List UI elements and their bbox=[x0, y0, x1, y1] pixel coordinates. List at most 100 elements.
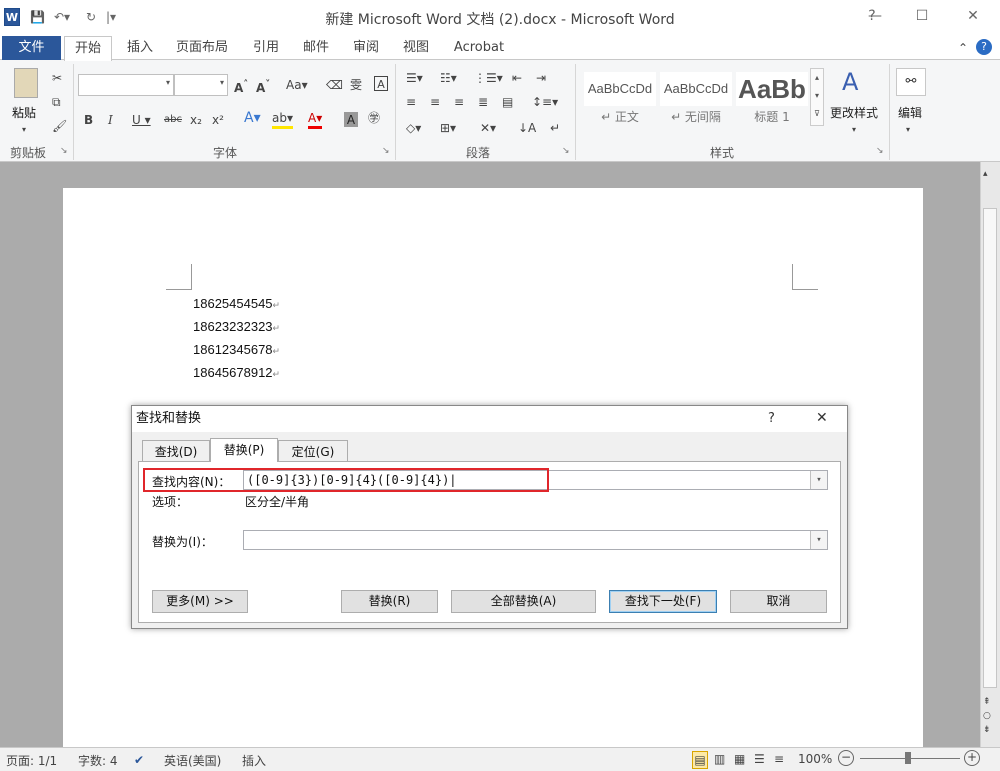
change-styles-icon[interactable]: A bbox=[842, 68, 858, 96]
multilevel-list-icon[interactable]: ⋮☰▾ bbox=[474, 70, 503, 86]
tab-file[interactable]: 文件 bbox=[2, 36, 61, 60]
zoom-out-icon[interactable]: − bbox=[838, 750, 854, 766]
close-button[interactable]: ✕ bbox=[958, 8, 988, 24]
replace-history-dropdown-icon[interactable]: ▾ bbox=[810, 531, 827, 549]
font-size-combo[interactable]: ▾ bbox=[174, 74, 228, 96]
binoculars-icon[interactable]: ⚯ bbox=[896, 68, 926, 96]
maximize-button[interactable]: ☐ bbox=[907, 8, 937, 24]
line-spacing-icon[interactable]: ↕≡▾ bbox=[532, 94, 558, 110]
dialog-help-button[interactable]: ? bbox=[768, 411, 775, 426]
bold-icon[interactable]: B bbox=[84, 112, 93, 128]
align-center-icon[interactable]: ≡ bbox=[430, 94, 440, 110]
ribbon-help-icon[interactable]: ? bbox=[976, 39, 992, 55]
language-indicator[interactable]: 英语(美国) bbox=[164, 752, 221, 769]
tab-replace[interactable]: 替换(P) bbox=[210, 438, 278, 462]
copy-icon[interactable]: ⧉ bbox=[52, 94, 61, 110]
tab-view[interactable]: 视图 bbox=[394, 36, 438, 60]
font-name-combo[interactable]: ▾ bbox=[78, 74, 174, 96]
tab-acrobat[interactable]: Acrobat bbox=[446, 36, 512, 60]
tab-references[interactable]: 引用 bbox=[244, 36, 288, 60]
borders-icon[interactable]: ⊞▾ bbox=[440, 120, 456, 136]
tab-review[interactable]: 审阅 bbox=[344, 36, 388, 60]
minimize-button[interactable]: — bbox=[860, 8, 890, 24]
document-line[interactable]: 18645678912↵ bbox=[193, 365, 280, 380]
draft-icon[interactable]: ≡ bbox=[774, 751, 784, 767]
find-history-dropdown-icon[interactable]: ▾ bbox=[810, 471, 827, 489]
paragraph-launcher-icon[interactable]: ↘ bbox=[562, 146, 570, 156]
full-screen-reading-icon[interactable]: ▥ bbox=[714, 751, 725, 767]
editing-dropdown-icon[interactable]: ▾ bbox=[906, 122, 910, 138]
show-marks-icon[interactable]: ↵ bbox=[550, 120, 560, 136]
tab-insert[interactable]: 插入 bbox=[118, 36, 162, 60]
tab-mailings[interactable]: 邮件 bbox=[294, 36, 338, 60]
text-effects-icon[interactable]: A▾ bbox=[244, 110, 261, 126]
paste-dropdown-icon[interactable]: ▾ bbox=[22, 122, 26, 138]
next-page-icon[interactable]: ⇟ bbox=[983, 722, 991, 738]
shading-icon[interactable]: ◇▾ bbox=[406, 120, 421, 136]
format-painter-icon[interactable]: 🖌 bbox=[52, 118, 67, 134]
scroll-up-icon[interactable]: ▴ bbox=[983, 166, 988, 182]
print-layout-icon[interactable]: ▤ bbox=[692, 751, 708, 769]
styles-gallery-scroll[interactable]: ▴ ▾ ⊽ bbox=[810, 68, 824, 126]
outline-icon[interactable]: ☰ bbox=[754, 751, 765, 767]
clipboard-launcher-icon[interactable]: ↘ bbox=[60, 146, 68, 156]
change-styles-button[interactable]: 更改样式 bbox=[830, 104, 878, 121]
cancel-button[interactable]: 取消 bbox=[730, 590, 827, 613]
tab-page-layout[interactable]: 页面布局 bbox=[170, 36, 234, 60]
character-shading-icon[interactable]: A bbox=[344, 112, 358, 127]
document-line[interactable]: 18625454545↵ bbox=[193, 296, 280, 311]
scroll-thumb[interactable] bbox=[983, 208, 997, 688]
dialog-close-button[interactable]: ✕ bbox=[816, 410, 828, 426]
more-button[interactable]: 更多(M) >> bbox=[152, 590, 248, 613]
character-border-icon[interactable]: A bbox=[374, 76, 388, 91]
chinese-layout-icon[interactable]: ✕▾ bbox=[480, 120, 496, 136]
distributed-icon[interactable]: ▤ bbox=[502, 94, 513, 110]
style-no-spacing-preview[interactable]: AaBbCcDd bbox=[660, 72, 732, 106]
paste-icon[interactable] bbox=[14, 68, 38, 98]
web-layout-icon[interactable]: ▦ bbox=[734, 751, 745, 767]
paste-button[interactable]: 粘贴 bbox=[12, 104, 36, 121]
numbering-icon[interactable]: ☷▾ bbox=[440, 70, 457, 86]
grow-font-icon[interactable]: A˄ bbox=[234, 77, 248, 96]
shrink-font-icon[interactable]: A˅ bbox=[256, 77, 270, 96]
replace-input[interactable]: ▾ bbox=[243, 530, 828, 550]
document-line[interactable]: 18623232323↵ bbox=[193, 319, 280, 334]
document-line[interactable]: 18612345678↵ bbox=[193, 342, 280, 357]
change-case-icon[interactable]: Aa▾ bbox=[286, 77, 308, 93]
change-styles-dropdown-icon[interactable]: ▾ bbox=[852, 122, 856, 138]
highlight-color-icon[interactable]: ab▾ bbox=[272, 110, 293, 129]
subscript-icon[interactable]: x₂ bbox=[190, 112, 202, 128]
font-color-icon[interactable]: A▾ bbox=[308, 110, 323, 129]
replace-all-button[interactable]: 全部替换(A) bbox=[451, 590, 596, 613]
increase-indent-icon[interactable]: ⇥ bbox=[536, 70, 546, 86]
tab-goto[interactable]: 定位(G) bbox=[278, 440, 348, 462]
clear-formatting-icon[interactable]: ⌫ bbox=[326, 77, 343, 93]
enclose-characters-icon[interactable]: ㊫ bbox=[368, 110, 380, 126]
zoom-in-icon[interactable]: + bbox=[964, 750, 980, 766]
sort-icon[interactable]: ↓A bbox=[518, 120, 536, 136]
zoom-slider-thumb[interactable] bbox=[905, 752, 911, 764]
style-normal-preview[interactable]: AaBbCcDd bbox=[584, 72, 656, 106]
align-left-icon[interactable]: ≡ bbox=[406, 94, 416, 110]
tab-find[interactable]: 查找(D) bbox=[142, 440, 210, 462]
superscript-icon[interactable]: x² bbox=[212, 112, 224, 128]
find-next-button[interactable]: 查找下一处(F) bbox=[609, 590, 717, 613]
styles-launcher-icon[interactable]: ↘ bbox=[876, 146, 884, 156]
font-launcher-icon[interactable]: ↘ bbox=[382, 146, 390, 156]
word-count[interactable]: 字数: 4 bbox=[78, 752, 118, 769]
replace-button[interactable]: 替换(R) bbox=[341, 590, 438, 613]
italic-icon[interactable]: I bbox=[108, 112, 113, 128]
zoom-level[interactable]: 100% bbox=[798, 752, 832, 766]
editing-button[interactable]: 编辑 bbox=[898, 104, 922, 121]
decrease-indent-icon[interactable]: ⇤ bbox=[512, 70, 522, 86]
justify-icon[interactable]: ≣ bbox=[478, 94, 488, 110]
insert-mode-indicator[interactable]: 插入 bbox=[242, 752, 266, 769]
bullets-icon[interactable]: ☰▾ bbox=[406, 70, 423, 86]
style-heading1-preview[interactable]: AaBb bbox=[736, 72, 808, 106]
proofing-icon[interactable]: ✔ bbox=[134, 752, 144, 768]
cut-icon[interactable]: ✂ bbox=[52, 70, 62, 86]
phonetic-guide-icon[interactable]: 雯 bbox=[350, 77, 362, 93]
align-right-icon[interactable]: ≡ bbox=[454, 94, 464, 110]
tab-home[interactable]: 开始 bbox=[64, 36, 112, 61]
collapse-ribbon-icon[interactable]: ⌃ bbox=[958, 40, 968, 56]
